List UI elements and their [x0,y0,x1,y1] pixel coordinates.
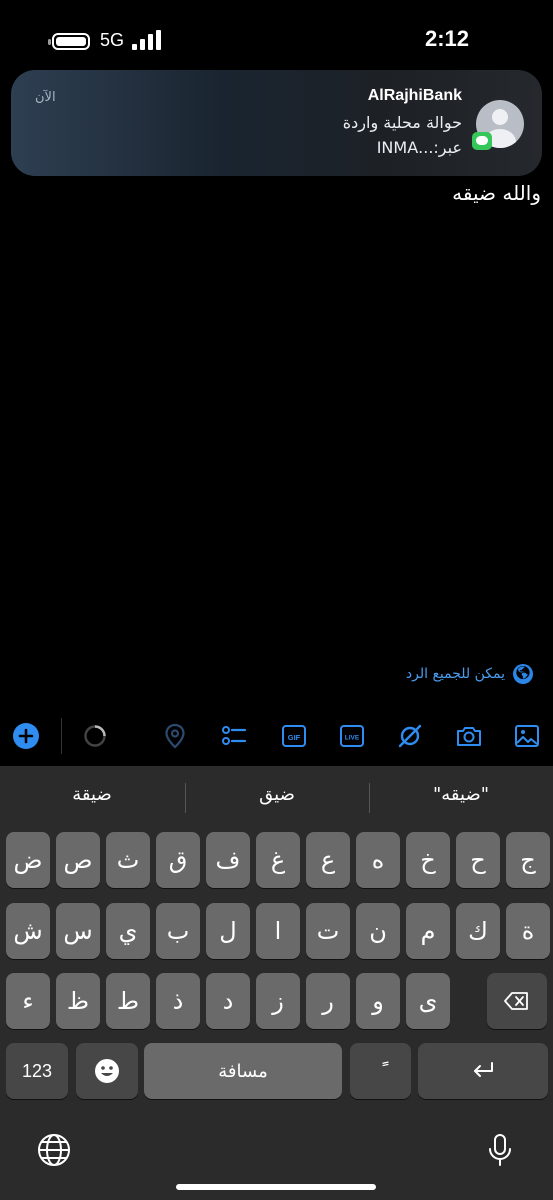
globe-badge-icon: 🌎︎ [513,664,533,684]
notification-line-1: حوالة محلية واردة [342,113,462,132]
letter-key[interactable]: ض [6,832,50,888]
suggestion-divider [369,783,370,813]
backspace-key[interactable] [487,973,547,1029]
letter-key[interactable]: ص [56,832,100,888]
letter-key[interactable]: ي [106,903,150,959]
letter-key[interactable]: ط [106,973,150,1029]
suggestion-bar: "ضيقه" ضيق ضيقة [0,766,553,830]
letter-key[interactable]: د [206,973,250,1029]
letter-key[interactable]: ف [206,832,250,888]
emoji-icon [95,1059,119,1083]
home-indicator [176,1184,376,1190]
gif-icon[interactable]: GIF [280,722,308,750]
suggestion-divider [185,783,186,813]
letter-key[interactable]: ج [506,832,550,888]
return-key[interactable] [418,1043,548,1099]
numbers-key[interactable]: 123 [6,1043,68,1099]
letter-key[interactable]: ك [456,903,500,959]
letter-key[interactable]: ث [106,832,150,888]
letter-key[interactable]: ت [306,903,350,959]
reply-permission[interactable]: 🌎︎ يمكن للجميع الرد [406,664,533,684]
live-label: LIVE [345,735,360,742]
notification-line-2: عبر:...INMA [376,138,462,157]
suggestion-3[interactable]: ضيقة [0,784,184,805]
letter-key[interactable]: ش [6,903,50,959]
reply-permission-label: يمكن للجميع الرد [405,666,505,682]
reply-text[interactable]: والله ضيقه [452,181,541,205]
signal-icon [132,30,162,50]
letter-key[interactable]: خ [406,832,450,888]
letter-key[interactable]: ا [256,903,300,959]
letter-key[interactable]: ق [156,832,200,888]
messages-app-icon [472,132,492,150]
letter-key[interactable]: س [56,903,100,959]
letter-key[interactable]: ز [256,973,300,1029]
camera-icon[interactable] [455,722,483,750]
live-icon[interactable]: LIVE [338,722,366,750]
letter-key[interactable]: م [406,903,450,959]
letter-key[interactable]: ل [206,903,250,959]
location-icon[interactable] [161,722,189,750]
disable-icon[interactable] [396,722,424,750]
letter-key[interactable]: ذ [156,973,200,1029]
plus-circle-icon[interactable] [12,722,40,750]
letter-key[interactable]: ى [406,973,450,1029]
notification-title: AlRajhiBank [367,87,462,104]
gif-label: GIF [288,733,301,742]
letter-key[interactable]: ن [356,903,400,959]
globe-icon[interactable] [36,1132,72,1168]
letter-key[interactable]: ع [306,832,350,888]
toolbar-divider [61,718,62,754]
space-key[interactable]: مسافة [144,1043,342,1099]
letter-key[interactable]: غ [256,832,300,888]
status-bar: 5G 2:12 [0,0,553,80]
microphone-icon[interactable] [482,1132,518,1168]
letter-key[interactable]: ة [506,903,550,959]
letter-key[interactable]: ء [6,973,50,1029]
emoji-key[interactable] [76,1043,138,1099]
status-time: 2:12 [425,26,470,51]
tanween-key[interactable]: ًً [350,1043,411,1099]
notification-banner[interactable]: الآن AlRajhiBank حوالة محلية واردة عبر:.… [11,70,542,176]
battery-icon [48,33,90,50]
image-icon[interactable] [513,722,541,750]
checklist-icon[interactable] [220,722,248,750]
notification-time: الآن [35,90,56,105]
letter-key[interactable]: ب [156,903,200,959]
letter-key[interactable]: ه [356,832,400,888]
network-type: 5G [100,30,125,50]
letter-key[interactable]: و [356,973,400,1029]
letter-key[interactable]: ح [456,832,500,888]
letter-key[interactable]: ر [306,973,350,1029]
letter-key[interactable]: ظ [56,973,100,1029]
suggestion-1[interactable]: "ضيقه" [369,784,553,805]
compose-toolbar: GIF LIVE [0,706,553,766]
suggestion-2[interactable]: ضيق [185,784,369,805]
loading-icon [81,722,109,750]
